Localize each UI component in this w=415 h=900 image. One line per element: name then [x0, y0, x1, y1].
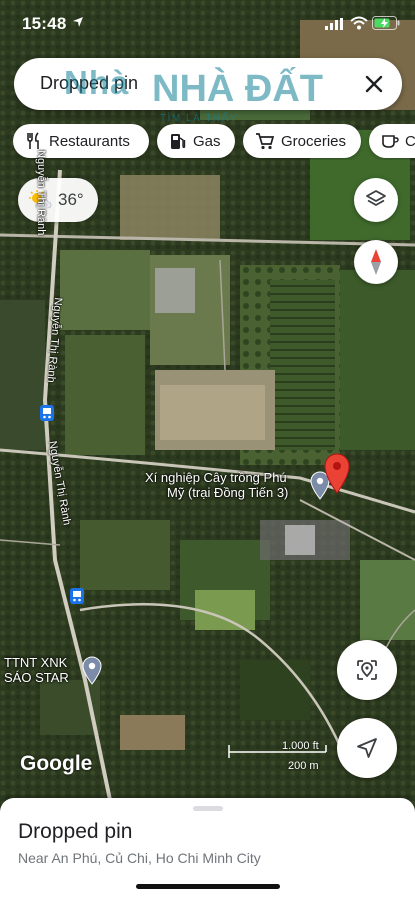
watermark-title: NHÀ ĐẤT	[152, 68, 323, 110]
wifi-icon	[350, 16, 368, 30]
status-bar: 15:48	[0, 0, 415, 48]
place-label-line1: Xí nghiệp Cây trồng Phú	[145, 470, 287, 485]
layers-button[interactable]	[354, 178, 398, 222]
place-label-line2: Mỹ (trại Đồng Tiến 3)	[167, 485, 289, 500]
restaurant-icon	[27, 132, 39, 149]
my-location-button[interactable]	[337, 718, 397, 778]
location-scan-icon	[357, 660, 377, 680]
poi-label[interactable]: TTNT XNK SÁO STAR	[4, 655, 69, 685]
status-time: 15:48	[22, 14, 67, 33]
coffee-icon	[382, 135, 399, 148]
scale-m: 200 m	[288, 760, 319, 772]
search-this-area-button[interactable]	[337, 640, 397, 700]
chip-restaurants[interactable]: Restaurants	[13, 124, 149, 158]
watermark-slogan: TÌM LÀ THẤY	[160, 113, 238, 124]
weather-badge[interactable]: 36°	[18, 178, 98, 222]
home-indicator[interactable]	[136, 884, 280, 889]
poi-label-line2: SÁO STAR	[4, 670, 69, 685]
bus-stop-icon[interactable]	[70, 588, 84, 604]
dropped-pin-icon[interactable]	[322, 452, 352, 494]
map-scale: 1.000 ft 200 m	[228, 740, 328, 776]
watermark-logo: Nhà	[64, 64, 130, 101]
chip-groceries[interactable]: Groceries	[243, 124, 361, 158]
bus-stop-icon[interactable]	[40, 405, 54, 421]
cart-icon	[256, 133, 275, 150]
place-label[interactable]: Xí nghiệp Cây trồng Phú Mỹ (trại Đồng Ti…	[145, 470, 288, 500]
place-sheet[interactable]: Dropped pin Near An Phú, Củ Chi, Ho Chi …	[0, 798, 415, 900]
compass-icon	[371, 249, 381, 275]
chip-gas[interactable]: Gas	[157, 124, 235, 158]
search-bar[interactable]: Dropped pin Nhà NHÀ ĐẤT TÌM LÀ THẤY	[14, 58, 402, 124]
sheet-handle[interactable]	[193, 806, 223, 811]
layers-icon	[366, 190, 386, 206]
scale-bar	[228, 745, 327, 758]
chip-label: Restaurants	[49, 132, 130, 150]
close-icon[interactable]	[360, 70, 388, 98]
navigation-arrow-icon	[357, 738, 377, 758]
compass-button[interactable]	[354, 240, 398, 284]
weather-temp: 36°	[58, 190, 84, 209]
chip-label: Gas	[193, 132, 221, 150]
location-arrow-icon	[73, 17, 83, 27]
chip-coffee[interactable]: C	[369, 124, 415, 158]
chip-label: C	[405, 132, 415, 150]
sheet-title: Dropped pin	[18, 820, 133, 843]
chip-label: Groceries	[281, 132, 347, 150]
sheet-subtitle: Near An Phú, Củ Chi, Ho Chi Minh City	[18, 850, 261, 866]
google-logo: Google	[20, 752, 93, 775]
poi-label-line1: TTNT XNK	[4, 655, 68, 670]
road-label: Nguyễn Thị Rành	[35, 150, 47, 236]
cellular-signal-icon	[325, 18, 343, 30]
poi-marker-icon[interactable]	[81, 655, 103, 685]
gas-station-icon	[171, 134, 186, 149]
battery-charging-icon	[372, 16, 400, 30]
category-chips: Restaurants Gas Groceries C	[13, 124, 415, 160]
